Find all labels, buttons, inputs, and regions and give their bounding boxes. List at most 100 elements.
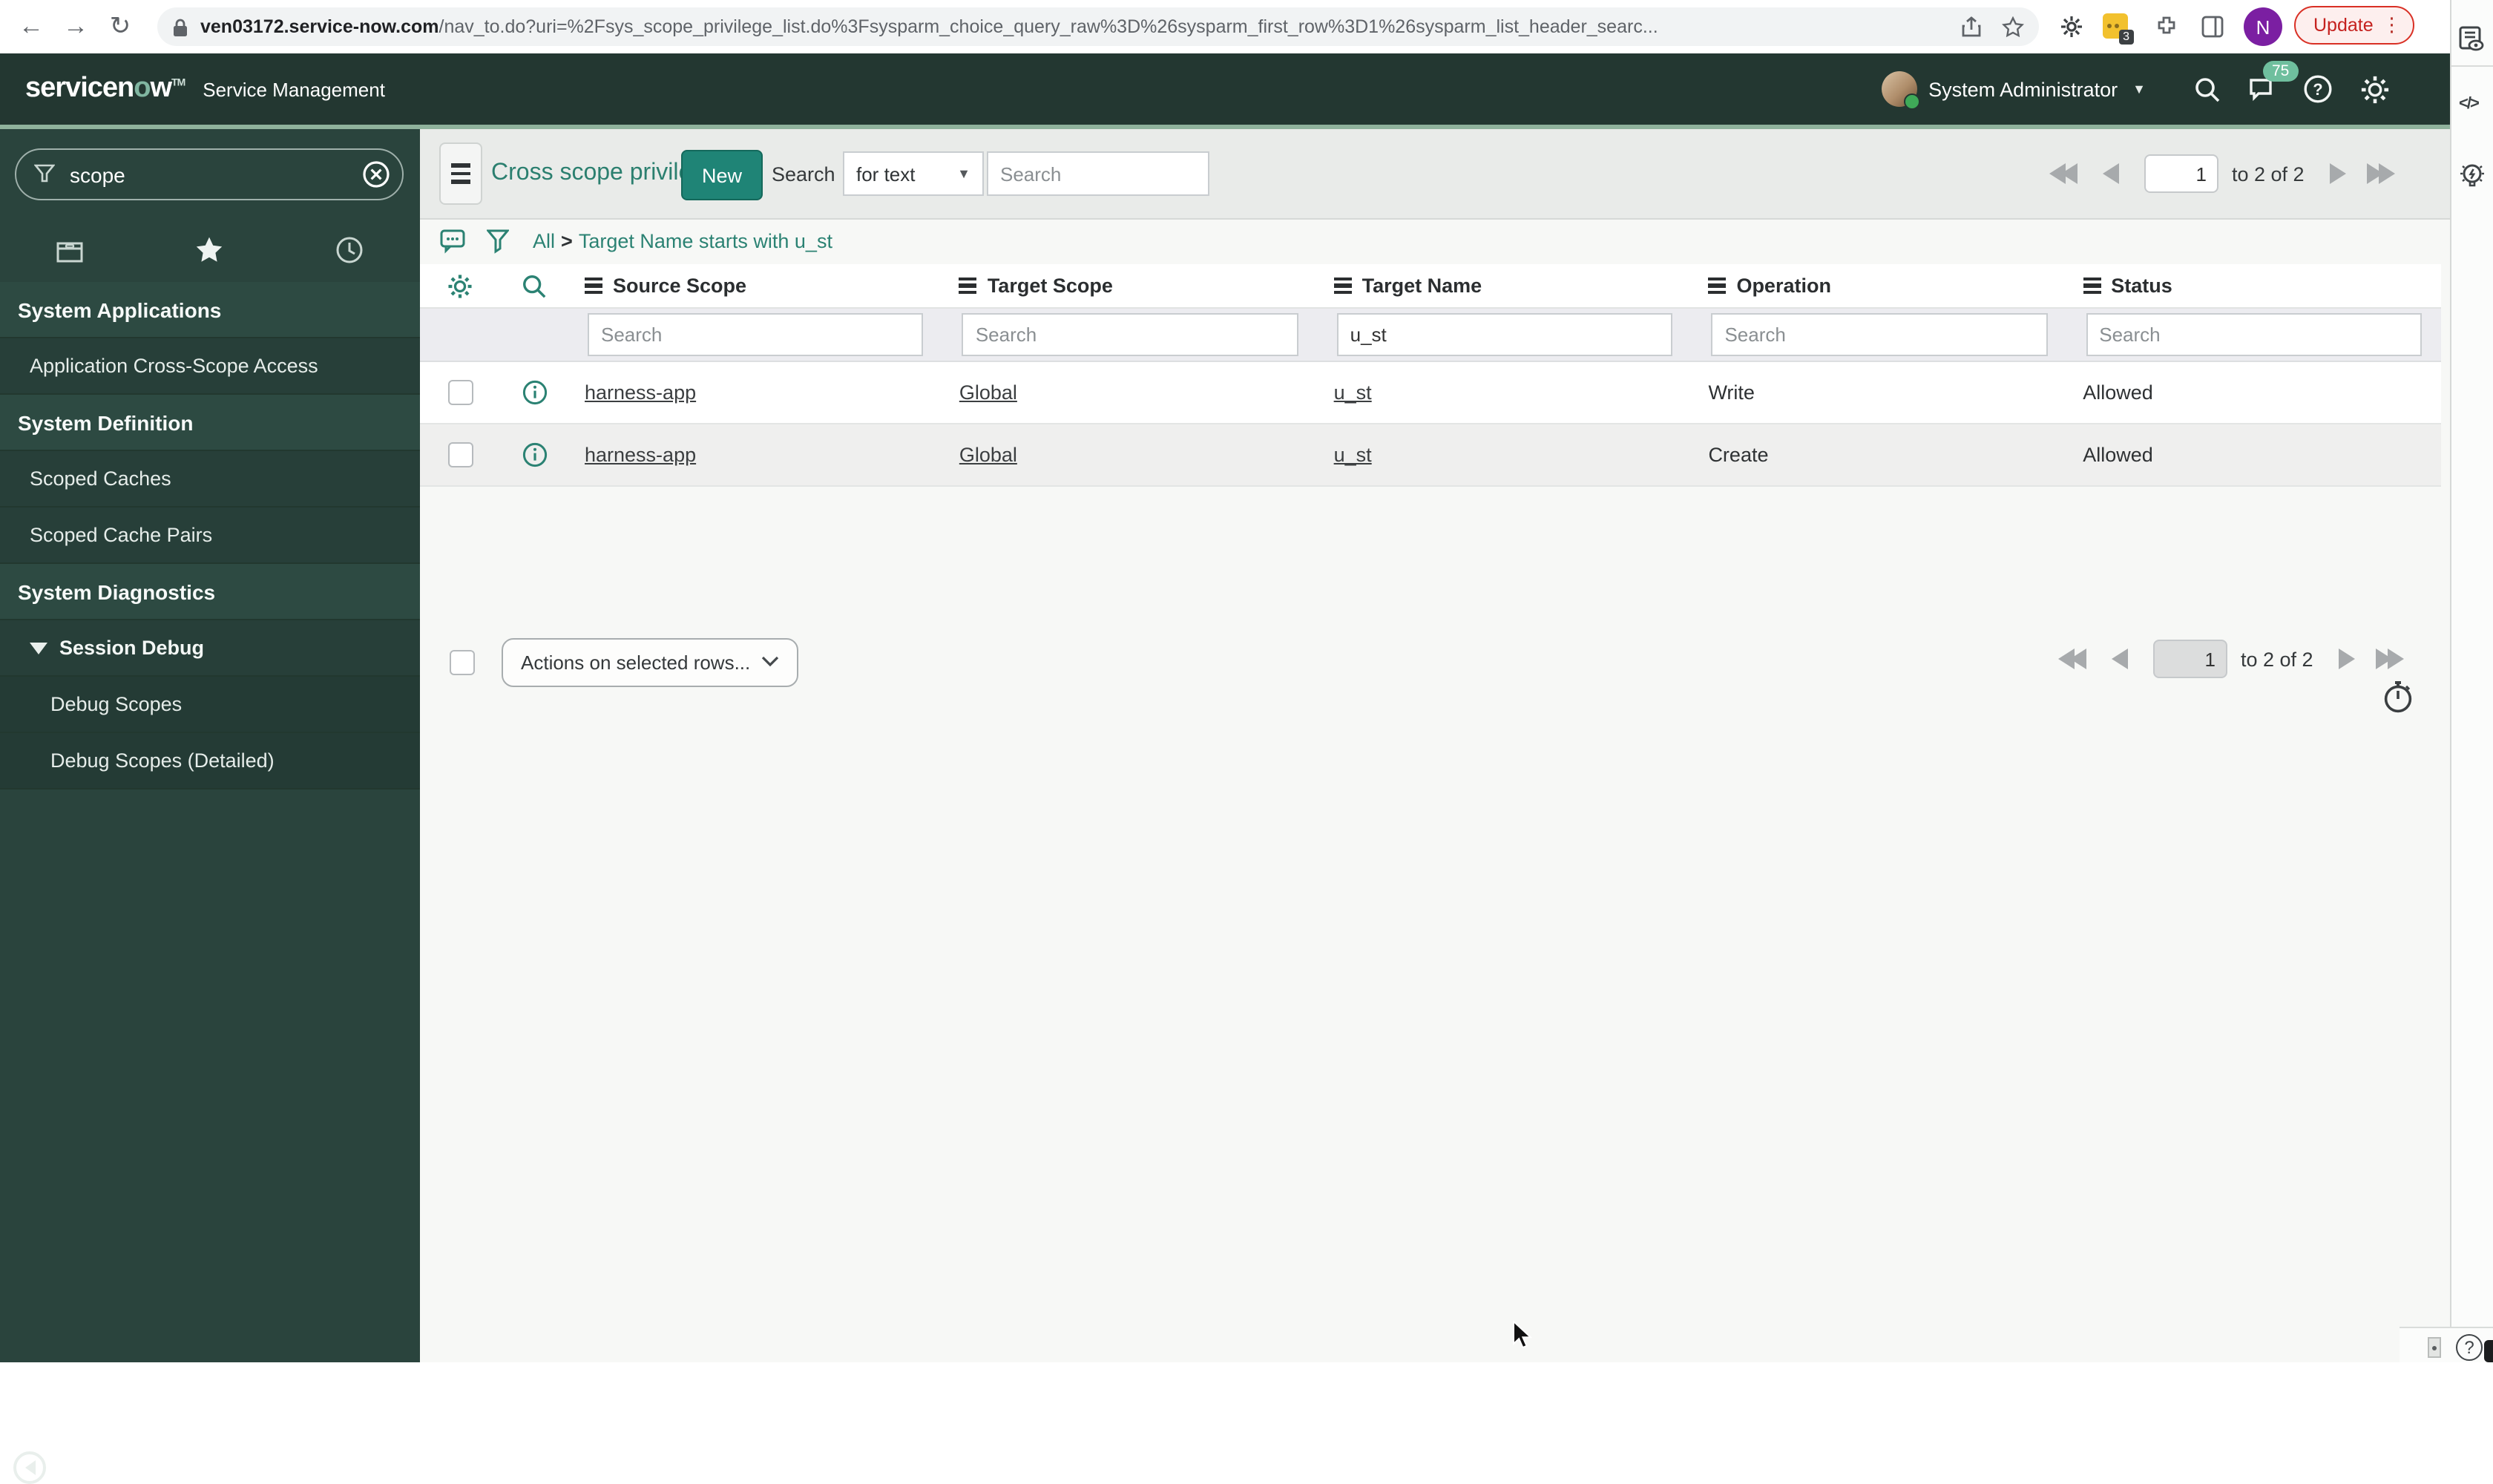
next-page-button[interactable] [2338, 649, 2355, 669]
svg-text:?: ? [2313, 80, 2322, 99]
row-checkbox[interactable] [447, 380, 473, 405]
search-target-scope-input[interactable] [962, 313, 1298, 356]
target-scope-link[interactable]: Global [959, 381, 1017, 404]
extension-badge: 3 [2118, 30, 2134, 45]
nav-item-application-cross-scope-access[interactable]: Application Cross-Scope Access [0, 338, 420, 395]
tab-favorites[interactable] [140, 236, 280, 264]
conversations-icon[interactable]: 75 [2248, 60, 2299, 102]
nav-section-system-definition[interactable]: System Definition [0, 395, 420, 451]
clear-filter-icon[interactable] [362, 160, 390, 188]
last-page-button[interactable] [2366, 163, 2395, 184]
new-button[interactable]: New [681, 150, 763, 200]
global-search-icon[interactable] [2193, 75, 2221, 103]
next-page-button[interactable] [2329, 163, 2346, 184]
search-target-name-input[interactable] [1336, 313, 1673, 356]
search-label: Search [772, 162, 835, 185]
page-number-input[interactable] [2144, 154, 2218, 193]
first-page-button[interactable] [2058, 649, 2086, 669]
target-name-link[interactable]: u_st [1334, 381, 1372, 404]
nav-item-debug-scopes[interactable]: Debug Scopes [0, 677, 420, 733]
first-page-button[interactable] [2049, 163, 2078, 184]
tab-all-applications[interactable] [0, 237, 140, 263]
select-all-checkbox[interactable] [450, 649, 475, 674]
side-panel-icon[interactable] [2201, 15, 2224, 39]
browser-menu-icon[interactable]: ⋮ [2382, 13, 2402, 37]
code-console-icon[interactable]: </> [2459, 95, 2480, 113]
share-icon[interactable] [1962, 16, 1981, 37]
browser-reload-icon[interactable]: ↻ [98, 12, 142, 42]
nav-item-scoped-cache-pairs[interactable]: Scoped Cache Pairs [0, 508, 420, 564]
breadcrumb-filter-icon[interactable] [487, 229, 509, 254]
extension-yellow-icon[interactable]: 3 [2103, 13, 2134, 45]
browser-toolbar: ← → ↻ ven03172.service-now.com/nav_to.do… [0, 0, 2493, 55]
list-personalize-gear-icon[interactable] [420, 264, 500, 307]
page-help-icon[interactable]: ? [2456, 1334, 2483, 1361]
search-operation-input[interactable] [1711, 313, 2048, 356]
column-header-operation[interactable]: Operation [1692, 264, 2066, 307]
nav-group-session-debug[interactable]: Session Debug [0, 620, 420, 677]
nav-section-system-applications[interactable]: System Applications [0, 282, 420, 338]
status-cell: Allowed [2083, 381, 2153, 404]
row-info-icon[interactable] [500, 424, 568, 485]
column-search-toggle-icon[interactable] [500, 264, 568, 307]
column-header-source-scope[interactable]: Source Scope [568, 264, 943, 307]
column-header-target-scope[interactable]: Target Scope [943, 264, 1318, 307]
resize-handle[interactable] [2428, 1337, 2441, 1358]
previous-page-button[interactable] [2103, 163, 2119, 184]
extensions-puzzle-icon[interactable] [2155, 15, 2178, 39]
browser-profile-avatar[interactable]: N [2244, 7, 2282, 46]
source-scope-link[interactable]: harness-app [585, 444, 696, 466]
column-menu-icon [585, 277, 602, 295]
extension-spinner-icon[interactable] [2060, 15, 2083, 39]
list-search-input[interactable] [987, 151, 1209, 196]
chevron-down-icon [761, 656, 779, 667]
target-scope-link[interactable]: Global [959, 444, 1017, 466]
nav-section-system-diagnostics[interactable]: System Diagnostics [0, 564, 420, 620]
servicenow-banner: servicenowTM Service Management System A… [0, 53, 2450, 125]
settings-gear-icon[interactable] [2359, 73, 2391, 105]
utility-strip: </> [2450, 0, 2493, 1362]
search-type-select[interactable]: for text ▼ [843, 151, 984, 196]
target-name-link[interactable]: u_st [1334, 444, 1372, 466]
navigator-filter[interactable] [15, 148, 404, 200]
help-icon[interactable]: ? [2303, 74, 2333, 104]
bookmark-star-icon[interactable] [2002, 16, 2024, 38]
address-bar[interactable]: ven03172.service-now.com/nav_to.do?uri=%… [157, 7, 2039, 46]
servicenow-logo: servicenowTM [25, 73, 185, 104]
search-source-scope-input[interactable] [588, 313, 924, 356]
column-header-status[interactable]: Status [2066, 264, 2441, 307]
breadcrumb-all[interactable]: All [533, 230, 555, 252]
form-preview-icon[interactable] [2457, 25, 2486, 53]
last-page-button[interactable] [2375, 649, 2404, 669]
nav-item-scoped-caches[interactable]: Scoped Caches [0, 451, 420, 508]
user-menu[interactable]: System Administrator ▼ [1881, 71, 2146, 110]
tab-history[interactable] [280, 236, 420, 264]
row-checkbox[interactable] [447, 442, 473, 467]
breadcrumb-filter-condition[interactable]: Target Name starts with u_st [579, 230, 832, 252]
nav-item-debug-scopes-detailed[interactable]: Debug Scopes (Detailed) [0, 733, 420, 789]
operation-cell: Write [1708, 381, 1755, 404]
status-cell: Allowed [2083, 444, 2153, 466]
column-menu-icon [959, 277, 977, 295]
browser-back-icon[interactable]: ← [9, 12, 53, 42]
previous-page-button[interactable] [2112, 649, 2128, 669]
table-row: harness-app Global u_st Write Allowed [420, 362, 2441, 424]
navigator-menu: System Applications Application Cross-Sc… [0, 282, 420, 789]
source-scope-link[interactable]: harness-app [585, 381, 696, 404]
actions-select[interactable]: Actions on selected rows... [502, 637, 798, 686]
list-comments-icon[interactable] [439, 229, 466, 254]
row-info-icon[interactable] [500, 362, 568, 423]
suggestion-bulb-icon[interactable] [2457, 160, 2487, 193]
navigator-filter-input[interactable] [67, 161, 350, 188]
pagination-range: to 2 of 2 [2241, 648, 2313, 670]
url-text: ven03172.service-now.com/nav_to.do?uri=%… [200, 16, 1658, 37]
update-button[interactable]: Update ⋮ [2294, 6, 2415, 45]
list-context-menu-button[interactable] [439, 142, 482, 205]
browser-forward-icon[interactable]: → [53, 12, 98, 42]
page-number-input[interactable] [2153, 640, 2227, 678]
collapse-navigator-button[interactable] [13, 1451, 46, 1484]
response-time-icon[interactable] [2382, 680, 2414, 715]
column-header-target-name[interactable]: Target Name [1318, 264, 1692, 307]
breadcrumb: All > Target Name starts with u_st [533, 230, 832, 252]
search-status-input[interactable] [2086, 313, 2423, 356]
